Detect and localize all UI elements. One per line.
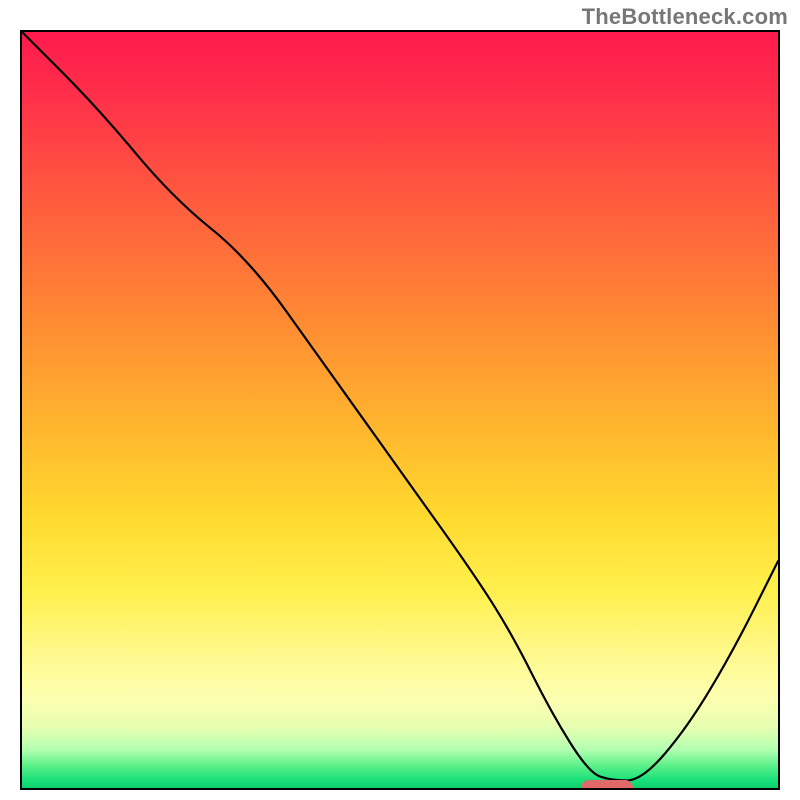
curve-svg: [22, 32, 778, 788]
chart-container: TheBottleneck.com: [0, 0, 800, 800]
watermark-text: TheBottleneck.com: [582, 4, 788, 30]
bottleneck-curve-path: [22, 32, 778, 780]
plot-frame: [20, 30, 780, 790]
optimal-marker: [581, 780, 633, 790]
